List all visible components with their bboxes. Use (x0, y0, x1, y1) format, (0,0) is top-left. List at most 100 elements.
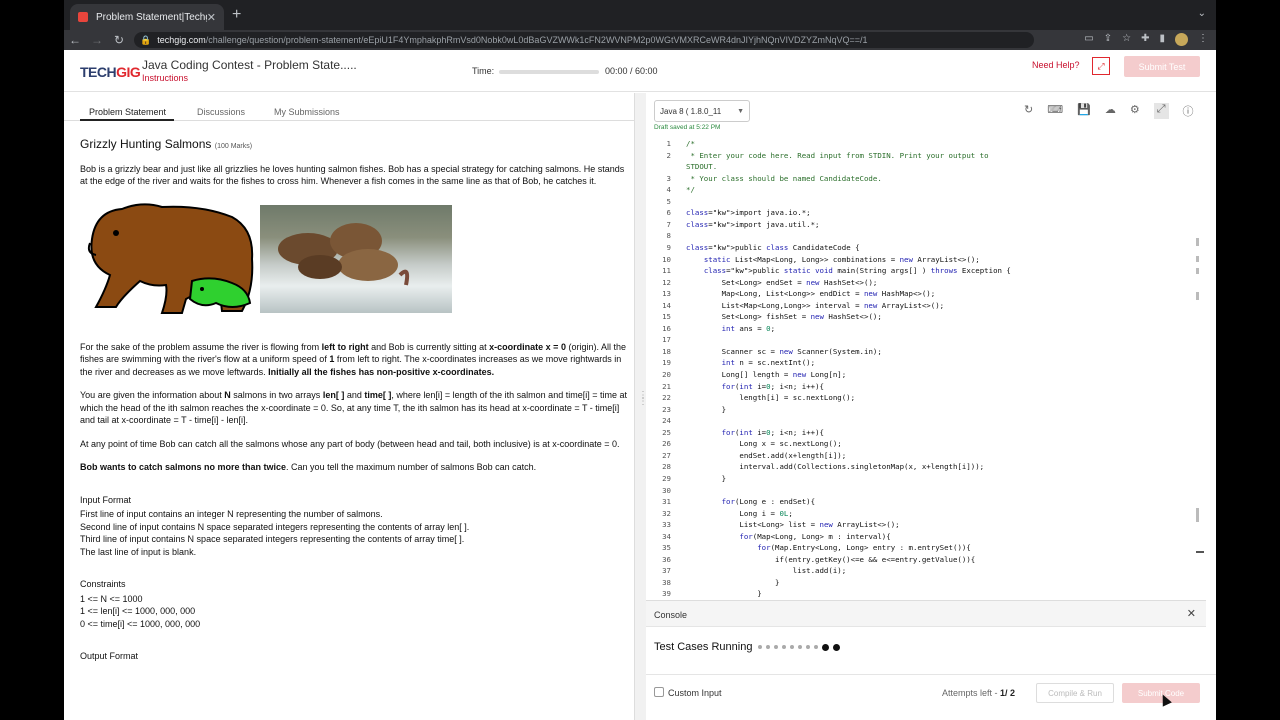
loading-dot (766, 645, 771, 649)
code-text: Long i = 0L; (686, 508, 793, 518)
need-help-link[interactable]: Need Help? (1032, 60, 1080, 70)
problem-paragraph-river: For the sake of the problem assume the r… (80, 341, 630, 379)
line-number: 37 (662, 566, 671, 576)
custom-input-checkbox[interactable] (654, 687, 664, 697)
line-number: 27 (662, 450, 671, 460)
code-text: Set<Long> endSet = new HashSet<>(); (686, 277, 878, 287)
fullscreen-icon[interactable]: ⤢ (1092, 57, 1110, 75)
code-text: List<Long> list = new ArrayList<>(); (686, 520, 900, 530)
code-text: Long x = sc.nextLong(); (686, 439, 842, 449)
bears-fishing-photo (260, 204, 452, 313)
line-number: 36 (662, 554, 671, 564)
scroll-marker (1196, 238, 1199, 246)
code-text: for(int i=0; i<n; i++){ (721, 427, 824, 437)
text: You are given the information about (80, 390, 225, 400)
code-text: } (686, 473, 727, 483)
address-bar[interactable]: 🔒 techgig.com/challenge/question/problem… (134, 32, 1034, 48)
keyboard-icon[interactable]: ⌨ (1047, 103, 1063, 119)
text-bold: x-coordinate x = 0 (489, 341, 566, 352)
code-text: endSet.add(x+length[i]); (686, 450, 847, 460)
code-text: class="kw">import java.util.*; (686, 219, 820, 229)
line-number: 1 (666, 139, 671, 148)
line-number: 25 (662, 427, 671, 437)
instructions-link[interactable]: Instructions (142, 73, 188, 83)
line-number: 3 (666, 173, 671, 183)
forward-icon[interactable]: → (86, 33, 108, 47)
attempts-label: Attempts left - (942, 688, 1001, 698)
loading-dot (782, 645, 787, 649)
code-editor[interactable]: 1 /* 2 * Enter your code here. Read input … (646, 138, 1206, 600)
menu-kebab-icon[interactable]: ⋮ (1198, 33, 1208, 46)
line-number: 19 (662, 358, 671, 368)
problem-panel: Problem Statement Discussions My Submiss… (64, 93, 634, 720)
browser-toolbar: ← → ↻ 🔒 techgig.com/challenge/question/p… (64, 30, 1216, 50)
sidepanel-icon[interactable]: ▮ (1159, 33, 1165, 46)
text: and (344, 390, 365, 400)
save-icon[interactable]: 💾 (1077, 103, 1091, 119)
compile-run-button[interactable]: Compile & Run (1036, 683, 1114, 703)
loading-dot (806, 645, 811, 649)
constraint-line: 1 <= len[i] <= 1000, 000, 000 (80, 606, 196, 616)
code-text: Set<Long> fishSet = new HashSet<>(); (686, 312, 882, 322)
chevron-down-icon[interactable]: ⌄ (1198, 8, 1206, 19)
custom-input-label[interactable]: Custom Input (668, 688, 722, 698)
scroll-marker (1196, 292, 1199, 300)
line-number: 5 (666, 196, 671, 206)
logo-accent: GIG (116, 64, 141, 80)
back-icon[interactable]: ← (64, 33, 86, 47)
line-number: 11 (662, 266, 671, 276)
code-text: */ (686, 185, 695, 195)
code-text: for(Map<Long, Long> m : interval){ (739, 531, 891, 541)
close-icon[interactable]: ✕ (1187, 607, 1196, 620)
line-number: 22 (662, 393, 671, 403)
reset-icon[interactable]: ↻ (1024, 103, 1033, 119)
code-text: * Your class should be named CandidateCo… (686, 173, 882, 183)
new-tab-icon[interactable]: + (232, 6, 241, 24)
tab-discussions[interactable]: Discussions (197, 107, 245, 117)
code-text: * Enter your code here. Read input from … (686, 150, 989, 160)
text-bold: len[ ] (322, 390, 345, 400)
camera-icon[interactable]: ▭ (1084, 33, 1093, 46)
line-number: 7 (666, 219, 671, 229)
share-icon[interactable]: ⇪ (1104, 33, 1112, 46)
editor-scrollbar[interactable] (1196, 238, 1204, 558)
settings-gear-icon[interactable]: ⚙ (1130, 103, 1140, 119)
input-format-line: Third line of input contains N space sep… (80, 534, 465, 544)
info-icon[interactable]: ⓘ (1183, 103, 1194, 119)
language-select[interactable]: Java 8 ( 1.8.0_11 ▼ (654, 100, 750, 122)
attempts-left: Attempts left - 1/ 2 (942, 688, 1015, 698)
extensions-icon[interactable]: ✚ (1141, 33, 1149, 46)
submit-test-button[interactable]: Submit Test (1124, 56, 1200, 77)
editor-footer: Custom Input Attempts left - 1/ 2 Compil… (646, 674, 1216, 720)
language-value: Java 8 ( 1.8.0_11 (660, 106, 722, 116)
code-text: length[i] = sc.nextLong(); (686, 393, 856, 403)
cloud-upload-icon[interactable]: ☁ (1105, 103, 1116, 119)
reload-icon[interactable]: ↻ (108, 33, 130, 47)
bookmark-star-icon[interactable]: ☆ (1122, 33, 1131, 46)
close-icon[interactable]: ✕ (207, 11, 216, 24)
browser-tab[interactable]: Problem Statement|Techgig ✕ (70, 4, 224, 30)
text: . Can you tell the maximum number of sal… (286, 462, 537, 472)
code-text: } (686, 404, 727, 414)
scroll-marker (1196, 268, 1199, 274)
input-format-title: Input Format (80, 494, 132, 505)
line-number: 20 (662, 370, 671, 379)
code-text: } (686, 589, 762, 599)
expand-icon[interactable]: ⤢ (1153, 103, 1169, 119)
problem-marks: (100 Marks) (214, 143, 253, 150)
code-text: interval.add(Collections.singletonMap(x,… (686, 462, 985, 472)
tab-problem-statement[interactable]: Problem Statement (89, 107, 166, 117)
tab-my-submissions[interactable]: My Submissions (274, 107, 340, 117)
loading-dot (774, 645, 779, 649)
techgig-logo[interactable]: TECHGIG (80, 64, 141, 80)
panel-splitter[interactable]: ⋮ ⋮ (634, 93, 648, 720)
line-number: 29 (662, 473, 671, 483)
test-status-text: Test Cases Running (654, 641, 753, 653)
tab-title: Problem Statement|Techgig (96, 11, 207, 23)
constraints-section: Constraints 1 <= N <= 1000 1 <= len[i] <… (80, 578, 630, 630)
chevron-down-icon: ▼ (737, 107, 744, 115)
line-number: 31 (662, 497, 671, 507)
profile-avatar[interactable] (1175, 33, 1188, 46)
line-number: 12 (662, 277, 671, 287)
text: and Bob is currently sitting at (368, 341, 490, 352)
